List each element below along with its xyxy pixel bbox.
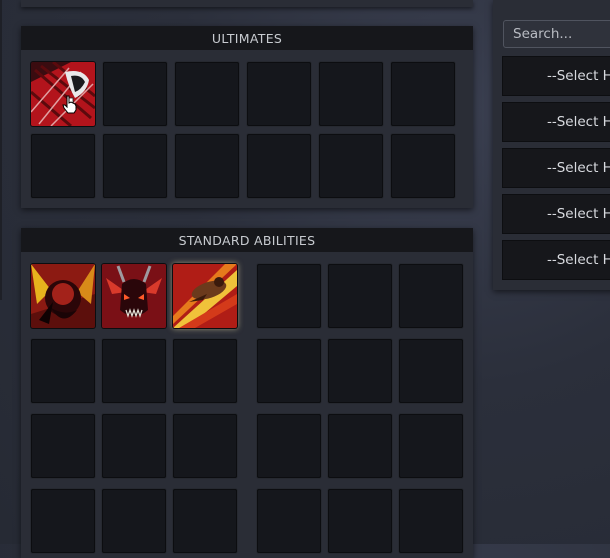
standard-slot-7[interactable]: [31, 339, 95, 403]
standard-slot-19[interactable]: [31, 489, 95, 553]
hand-cursor-icon: [62, 95, 77, 114]
standard-ability-icon-1: [31, 264, 95, 328]
ultimate-ability-icon: [31, 62, 95, 126]
standard-slot-5[interactable]: [328, 264, 392, 328]
standard-slot-2[interactable]: [102, 264, 166, 328]
standard-slot-13[interactable]: [31, 414, 95, 478]
select-hero-label: --Select He: [547, 114, 610, 130]
standard-slot-20[interactable]: [102, 489, 166, 553]
ultimate-slot-9[interactable]: [175, 134, 239, 198]
select-hero-button-1[interactable]: --Select He: [503, 57, 610, 95]
standard-ability-icon-3: [173, 264, 237, 328]
standard-abilities-header: STANDARD ABILITIES: [21, 228, 473, 252]
select-hero-button-4[interactable]: --Select He: [503, 195, 610, 233]
standard-slot-11[interactable]: [328, 339, 392, 403]
ultimate-slot-6[interactable]: [391, 62, 455, 126]
ultimates-panel: ULTIMATES: [21, 26, 473, 208]
standard-slot-9[interactable]: [173, 339, 237, 403]
standard-slot-24[interactable]: [399, 489, 463, 553]
select-hero-label: --Select He: [547, 206, 610, 222]
standard-abilities-panel: STANDARD ABILITIES: [21, 228, 473, 558]
ultimate-slot-1[interactable]: [31, 62, 95, 126]
hero-search-input[interactable]: Search...: [503, 20, 610, 48]
standard-slot-12[interactable]: [399, 339, 463, 403]
standard-slot-18[interactable]: [399, 414, 463, 478]
select-hero-button-3[interactable]: --Select He: [503, 149, 610, 187]
ultimate-slot-4[interactable]: [247, 62, 311, 126]
ultimate-slot-12[interactable]: [391, 134, 455, 198]
standard-slot-21[interactable]: [173, 489, 237, 553]
standard-slot-8[interactable]: [102, 339, 166, 403]
standard-slot-16[interactable]: [257, 414, 321, 478]
standard-slot-1[interactable]: [31, 264, 95, 328]
ultimate-slot-2[interactable]: [103, 62, 167, 126]
standard-slot-14[interactable]: [102, 414, 166, 478]
standard-slot-22[interactable]: [257, 489, 321, 553]
standard-ability-icon-2: [102, 264, 166, 328]
standard-slot-6[interactable]: [399, 264, 463, 328]
standard-slot-3[interactable]: [173, 264, 237, 328]
standard-slot-4[interactable]: [257, 264, 321, 328]
ultimate-slot-3[interactable]: [175, 62, 239, 126]
standard-slot-23[interactable]: [328, 489, 392, 553]
select-hero-label: --Select He: [547, 160, 610, 176]
select-hero-label: --Select He: [547, 252, 610, 268]
top-panel-edge: [21, 0, 473, 7]
standard-slot-10[interactable]: [257, 339, 321, 403]
ultimate-slot-7[interactable]: [31, 134, 95, 198]
ultimate-slot-10[interactable]: [247, 134, 311, 198]
standard-slot-17[interactable]: [328, 414, 392, 478]
ultimates-header: ULTIMATES: [21, 26, 473, 50]
search-placeholder: Search...: [513, 26, 573, 42]
ultimate-slot-5[interactable]: [319, 62, 383, 126]
select-hero-button-5[interactable]: --Select He: [503, 241, 610, 279]
ultimate-slot-11[interactable]: [319, 134, 383, 198]
standard-slot-15[interactable]: [173, 414, 237, 478]
select-hero-label: --Select He: [547, 68, 610, 84]
ultimate-slot-8[interactable]: [103, 134, 167, 198]
left-edge-strip: [0, 0, 2, 300]
select-hero-button-2[interactable]: --Select He: [503, 103, 610, 141]
